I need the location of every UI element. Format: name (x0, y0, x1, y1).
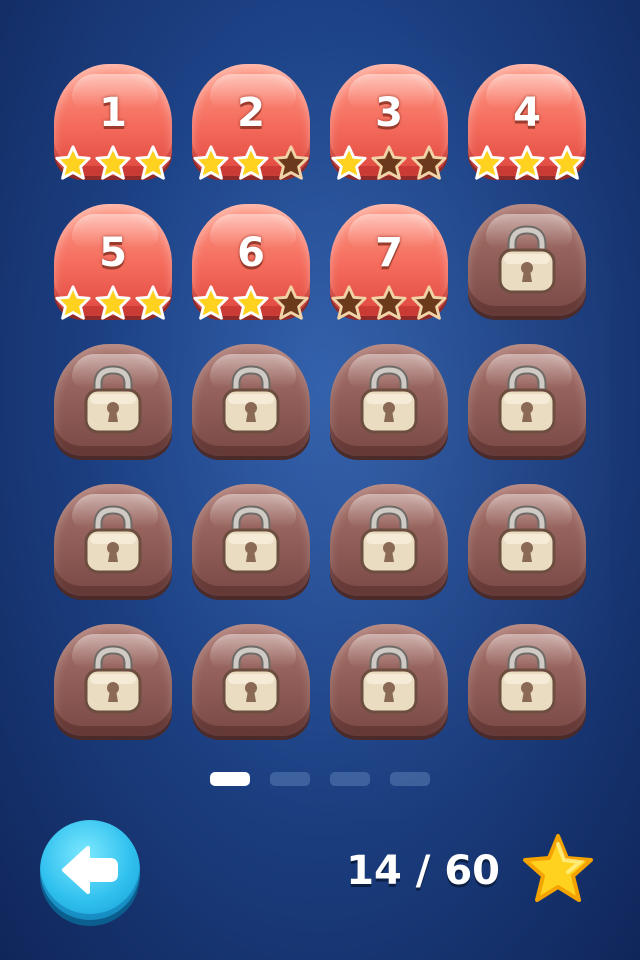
level-tile-5[interactable]: 5 (52, 202, 174, 322)
star-empty-icon (371, 285, 407, 320)
level-tile-locked[interactable] (466, 202, 588, 322)
back-arrow-icon (62, 846, 118, 894)
level-number: 3 (375, 90, 403, 136)
padlock-icon (360, 365, 418, 434)
star-rating (52, 284, 174, 324)
star-filled-icon (509, 145, 545, 180)
page-dot-3[interactable] (330, 772, 370, 786)
padlock-icon (360, 505, 418, 574)
page-dot-4[interactable] (390, 772, 430, 786)
level-tile-4[interactable]: 4 (466, 62, 588, 182)
level-tile-locked[interactable] (190, 342, 312, 462)
level-tile-locked[interactable] (328, 482, 450, 602)
padlock-icon (84, 505, 142, 574)
star-rating (190, 284, 312, 324)
star-empty-icon (411, 285, 447, 320)
level-tile-locked[interactable] (328, 342, 450, 462)
level-tile-locked[interactable] (328, 622, 450, 742)
level-tile-locked[interactable] (190, 482, 312, 602)
star-rating (52, 144, 174, 184)
star-rating (328, 284, 450, 324)
page-dot-2[interactable] (270, 772, 310, 786)
star-filled-icon (135, 285, 171, 320)
level-tile-7[interactable]: 7 (328, 202, 450, 322)
level-number: 6 (237, 230, 265, 276)
star-empty-icon (331, 285, 367, 320)
star-rating (190, 144, 312, 184)
star-filled-icon (95, 145, 131, 180)
page-indicator (0, 772, 640, 788)
level-tile-locked[interactable] (52, 622, 174, 742)
level-tile-3[interactable]: 3 (328, 62, 450, 182)
level-tile-locked[interactable] (52, 482, 174, 602)
star-filled-icon (55, 145, 91, 180)
level-tile-locked[interactable] (52, 342, 174, 462)
level-number: 4 (513, 90, 541, 136)
level-tile-2[interactable]: 2 (190, 62, 312, 182)
back-button[interactable] (40, 820, 140, 920)
page-dot-1[interactable] (210, 772, 250, 786)
star-filled-icon (95, 285, 131, 320)
level-tile-1[interactable]: 1 (52, 62, 174, 182)
padlock-icon (360, 645, 418, 714)
level-number: 7 (375, 230, 403, 276)
padlock-icon (222, 365, 280, 434)
star-score: 14 / 60 (346, 848, 500, 894)
padlock-icon (84, 365, 142, 434)
star-filled-icon (549, 145, 585, 180)
level-tile-locked[interactable] (466, 482, 588, 602)
level-number: 5 (99, 230, 127, 276)
star-filled-icon (233, 285, 269, 320)
star-rating (466, 144, 588, 184)
level-tile-6[interactable]: 6 (190, 202, 312, 322)
star-filled-icon (193, 145, 229, 180)
padlock-icon (498, 365, 556, 434)
star-filled-icon (193, 285, 229, 320)
padlock-icon (222, 645, 280, 714)
star-filled-icon (55, 285, 91, 320)
padlock-icon (222, 505, 280, 574)
star-filled-icon (469, 145, 505, 180)
padlock-icon (498, 505, 556, 574)
star-empty-icon (273, 145, 309, 180)
star-filled-icon (135, 145, 171, 180)
level-tile-locked[interactable] (190, 622, 312, 742)
star-icon (523, 834, 593, 902)
star-empty-icon (273, 285, 309, 320)
star-filled-icon (233, 145, 269, 180)
level-grid: 1 2 3 4 5 6 7 (0, 0, 640, 760)
star-rating (328, 144, 450, 184)
star-empty-icon (371, 145, 407, 180)
padlock-icon (498, 225, 556, 294)
level-tile-locked[interactable] (466, 622, 588, 742)
level-number: 1 (99, 90, 127, 136)
level-tile-locked[interactable] (466, 342, 588, 462)
star-empty-icon (411, 145, 447, 180)
star-filled-icon (331, 145, 367, 180)
level-number: 2 (237, 90, 265, 136)
padlock-icon (498, 645, 556, 714)
padlock-icon (84, 645, 142, 714)
